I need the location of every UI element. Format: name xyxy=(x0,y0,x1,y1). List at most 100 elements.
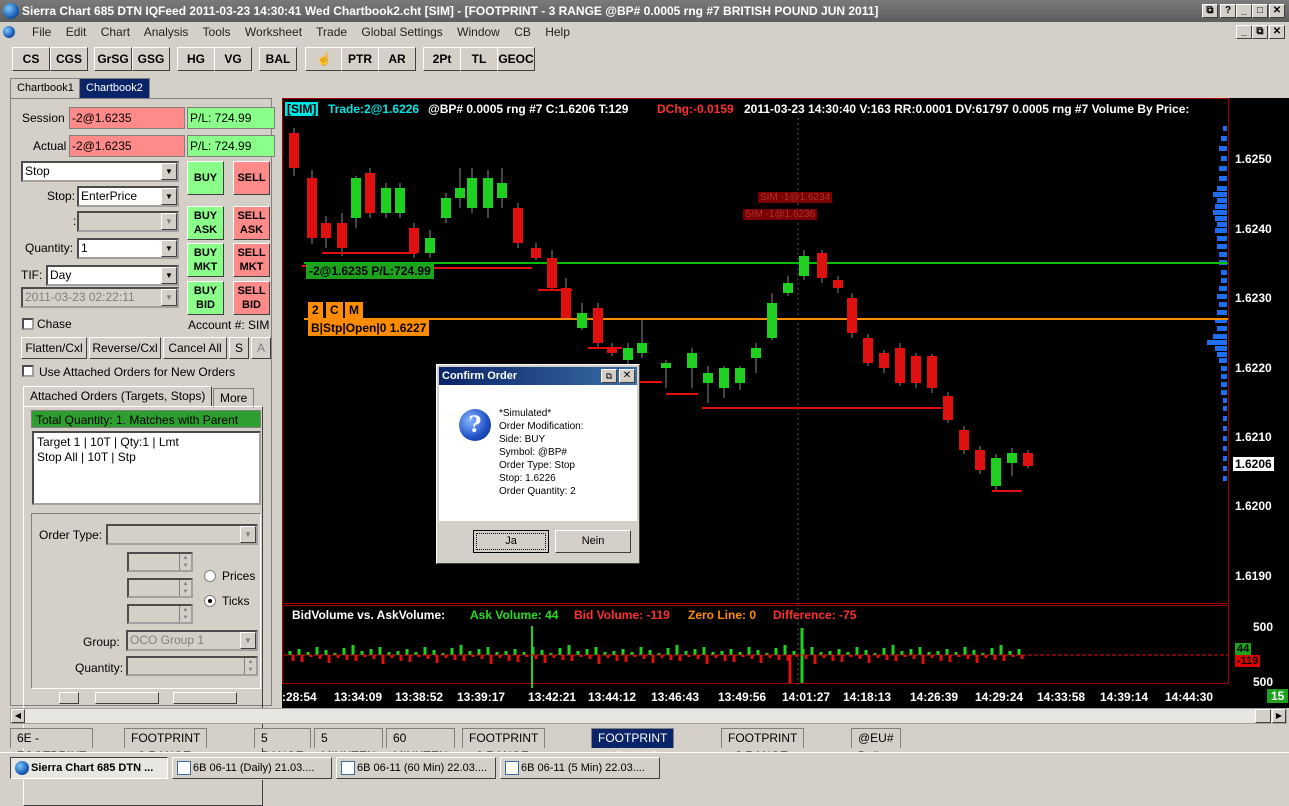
price-label: 1.6230 xyxy=(1235,291,1272,305)
offset-stepper-2[interactable]: ▲ ▼ xyxy=(127,578,193,598)
tab-footprint-2[interactable]: FOOTPRINT - 3 RANGE xyxy=(462,728,546,763)
mdi-close-icon[interactable]: ✕ xyxy=(1269,25,1285,39)
expiry-date-field[interactable]: 2011-03-23 02:22:11 ▼ xyxy=(21,287,179,308)
order-tag-move[interactable]: M xyxy=(345,302,363,318)
list-item[interactable]: Target 1 | 10T | Qty:1 | Lmt xyxy=(37,435,256,450)
target-quantity-stepper[interactable]: ▲ ▼ xyxy=(126,656,258,676)
sell-bid-button[interactable]: SELL BID xyxy=(233,281,270,315)
offset-stepper-1[interactable]: ▲ ▼ xyxy=(127,552,193,572)
a-button[interactable]: A xyxy=(251,337,271,359)
menu-cb[interactable]: CB xyxy=(514,25,531,39)
group-select[interactable]: OCO Group 1 ▼ xyxy=(126,630,258,651)
use-attached-checkbox[interactable] xyxy=(22,365,34,377)
sell-button[interactable]: SELL xyxy=(233,161,270,195)
mdi-minimize-icon[interactable]: _ xyxy=(1236,25,1252,39)
menu-edit[interactable]: Edit xyxy=(66,25,87,39)
tab-eu-daily[interactable]: @EU# Daily #9 xyxy=(851,728,901,781)
cancel-all-button[interactable]: Cancel All xyxy=(163,337,227,359)
menu-tools[interactable]: Tools xyxy=(203,25,231,39)
menu-analysis[interactable]: Analysis xyxy=(144,25,189,39)
toolbar-grsg-button[interactable]: GrSG xyxy=(94,47,132,71)
hand-icon[interactable]: ☝ xyxy=(305,47,343,71)
toolbar-cgs-button[interactable]: CGS xyxy=(50,47,88,71)
buy-mkt-button[interactable]: BUY MKT xyxy=(187,243,224,277)
s-button[interactable]: S xyxy=(229,337,249,359)
toolbar-geoc-button[interactable]: GEOC xyxy=(497,47,535,71)
bottom-button-2[interactable] xyxy=(95,692,159,704)
no-button[interactable]: Nein xyxy=(555,530,631,553)
tab-chartbook2[interactable]: Chartbook2 xyxy=(79,78,150,98)
scroll-right-icon[interactable]: ▶ xyxy=(1272,709,1286,723)
scroll-left-icon[interactable]: ◀ xyxy=(11,709,25,723)
toolbar-vg-button[interactable]: VG xyxy=(214,47,252,71)
task-6b-60min[interactable]: 6B 06-11 (60 Min) 22.03.... xyxy=(336,757,496,779)
help-icon[interactable]: ? xyxy=(1220,4,1236,18)
toolbar-tl-button[interactable]: TL xyxy=(460,47,498,71)
close-icon[interactable]: ✕ xyxy=(1269,4,1285,18)
scroll-thumb[interactable] xyxy=(1255,709,1271,723)
toolbar-gsg-button[interactable]: GSG xyxy=(132,47,170,71)
tab-60-minuten[interactable]: 60 MINUTEN xyxy=(386,728,455,763)
bottom-button-1[interactable] xyxy=(59,692,79,704)
reverse-cancel-button[interactable]: Reverse/Cxl xyxy=(89,337,161,359)
order-tag-cancel[interactable]: C xyxy=(326,302,343,318)
position-label[interactable]: -2@1.6235 P/L:724.99 xyxy=(306,263,434,279)
account-label: Account #: SIM xyxy=(188,318,270,332)
menu-global-settings[interactable]: Global Settings xyxy=(361,25,442,39)
sell-mkt-button[interactable]: SELL MKT xyxy=(233,243,270,277)
dialog-restore-icon[interactable]: ⧉ xyxy=(601,369,617,383)
sell-ask-button[interactable]: SELL ASK xyxy=(233,206,270,240)
toolbar-hg-button[interactable]: HG xyxy=(177,47,215,71)
bottom-button-3[interactable] xyxy=(173,692,237,704)
flatten-cancel-button[interactable]: Flatten/Cxl xyxy=(21,337,87,359)
mdi-restore-icon[interactable]: ⧉ xyxy=(1252,25,1268,39)
offset-select[interactable]: ▼ xyxy=(77,211,179,232)
restore-icon[interactable]: ⧉ xyxy=(1202,4,1218,18)
task-6b-5min[interactable]: 6B 06-11 (5 Min) 22.03.... xyxy=(500,757,660,779)
stop-select[interactable]: EnterPrice ▼ xyxy=(77,186,179,207)
minimize-icon[interactable]: _ xyxy=(1236,4,1252,18)
offset-stepper-3[interactable]: ▲ ▼ xyxy=(127,604,193,624)
tab-6e-footprint[interactable]: 6E - FOOTPRINT 5m xyxy=(10,728,94,781)
order-tag-qty[interactable]: 2 xyxy=(308,302,323,318)
tif-select[interactable]: Day ▼ xyxy=(46,265,179,286)
order-type-select[interactable]: Stop ▼ xyxy=(21,161,179,182)
tab-footprint-1[interactable]: FOOTPRINT - 3 RANGE xyxy=(124,728,208,763)
maximize-icon[interactable]: □ xyxy=(1252,4,1268,18)
dialog-close-icon[interactable]: ✕ xyxy=(619,369,635,383)
toolbar-2pt-button[interactable]: 2Pt xyxy=(423,47,461,71)
yes-button[interactable]: Ja xyxy=(473,530,549,553)
tab-more[interactable]: More xyxy=(213,388,255,408)
tab-chartbook1[interactable]: Chartbook1 xyxy=(10,78,81,98)
toolbar-cs-button[interactable]: CS xyxy=(12,47,50,71)
menu-window[interactable]: Window xyxy=(457,25,500,39)
chase-checkbox[interactable] xyxy=(22,318,34,330)
toolbar-ar-button[interactable]: AR xyxy=(378,47,416,71)
menu-help[interactable]: Help xyxy=(545,25,570,39)
tab-5-range[interactable]: 5 RANGE xyxy=(254,728,311,763)
tab-footprint-active[interactable]: FOOTPRINT - 3 RANGE xyxy=(591,728,675,763)
toolbar-bal-button[interactable]: BAL xyxy=(259,47,297,71)
tab-attached-orders[interactable]: Attached Orders (Targets, Stops) xyxy=(23,386,213,406)
horizontal-scrollbar[interactable]: ◀ ▶ xyxy=(10,708,1287,724)
buy-button[interactable]: BUY xyxy=(187,161,224,195)
tab-footprint-3[interactable]: FOOTPRINT - 3 RANGE xyxy=(721,728,805,763)
list-item[interactable]: Stop All | 10T | Stp xyxy=(37,450,256,465)
menu-worksheet[interactable]: Worksheet xyxy=(245,25,302,39)
tab-5-minuten[interactable]: 5 MINUTEN xyxy=(314,728,383,763)
menu-chart[interactable]: Chart xyxy=(101,25,130,39)
buy-bid-button[interactable]: BUY BID xyxy=(187,281,224,315)
buy-ask-button[interactable]: BUY ASK xyxy=(187,206,224,240)
prices-radio[interactable] xyxy=(204,570,216,582)
task-sierra-chart[interactable]: Sierra Chart 685 DTN ... xyxy=(10,757,168,779)
working-order-label[interactable]: B|Stp|Open|0 1.6227 xyxy=(308,320,430,336)
chart-area[interactable]: [SIM] Trade:2@1.6226 @BP# 0.0005 rng #7 … xyxy=(282,98,1289,708)
targets-list[interactable]: Target 1 | 10T | Qty:1 | Lmt Stop All | … xyxy=(32,431,261,505)
menu-file[interactable]: File xyxy=(32,25,51,39)
toolbar-ptr-button[interactable]: PTR xyxy=(341,47,379,71)
target-order-type-select[interactable]: ▼ xyxy=(106,524,258,545)
task-6b-daily[interactable]: 6B 06-11 (Daily) 21.03.... xyxy=(172,757,332,779)
menu-trade[interactable]: Trade xyxy=(316,25,347,39)
quantity-select[interactable]: 1 ▼ xyxy=(77,238,179,259)
ticks-radio[interactable] xyxy=(204,595,216,607)
